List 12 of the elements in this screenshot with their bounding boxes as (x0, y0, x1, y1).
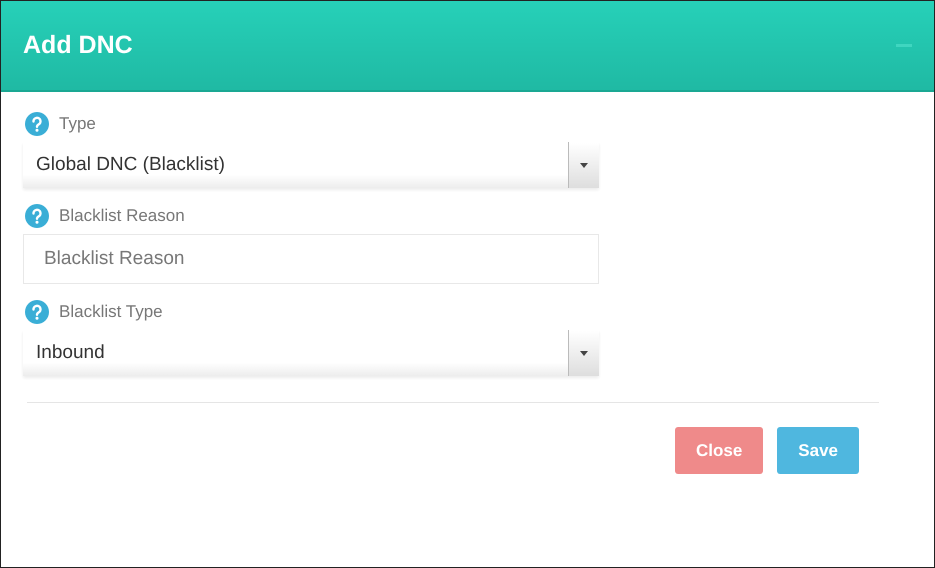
field-label: Type (59, 114, 96, 134)
field-label: Blacklist Type (59, 302, 163, 322)
help-icon[interactable] (25, 112, 49, 136)
caret-icon (580, 162, 588, 168)
help-icon[interactable] (25, 300, 49, 324)
dropdown-field[interactable]: Inbound (23, 330, 599, 376)
caret-icon (580, 350, 588, 356)
field-label: Blacklist Reason (59, 206, 185, 226)
help-icon[interactable] (25, 204, 49, 228)
input-field[interactable]: Blacklist Reason (23, 234, 599, 284)
dialog-title: Add DNC (23, 31, 133, 60)
dropdown-field[interactable]: Global DNC (Blacklist) (23, 142, 599, 188)
